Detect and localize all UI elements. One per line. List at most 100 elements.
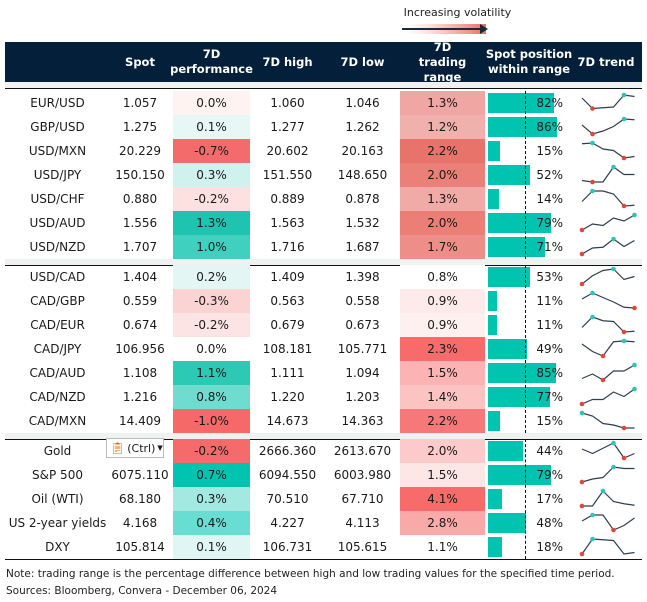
trend-min-marker	[590, 106, 595, 111]
trend-min-marker	[590, 179, 595, 185]
trend-line	[581, 364, 635, 381]
trend-sparkline	[579, 536, 635, 557]
cell-name: USD/CAD	[29, 270, 86, 284]
position-label: 82%	[536, 96, 563, 110]
cell-perf: -0.2%	[173, 187, 250, 211]
cell-perf: -0.2%	[173, 313, 250, 337]
cell-high: 0.563	[270, 294, 305, 308]
header-high: 7D high	[262, 54, 313, 69]
cell-low: 1.532	[345, 216, 380, 230]
trend-sparkline	[581, 140, 635, 161]
cell-high: 1.409	[270, 270, 305, 284]
cell-name: USD/NZD	[29, 240, 86, 254]
trend-sparkline	[579, 464, 635, 485]
trend-sparkline	[579, 488, 635, 509]
cell-perf: 0.3%	[173, 163, 250, 187]
cell-range: 2.3%	[400, 337, 485, 361]
cell-perf: 1.0%	[173, 235, 250, 259]
trend-line	[581, 214, 635, 231]
trend-sparkline	[579, 386, 637, 407]
trend-line	[581, 238, 635, 255]
cell-perf: 0.8%	[173, 385, 250, 409]
cell-spot: 14.409	[119, 414, 161, 428]
table-row: EUR/USD 1.057 0.0% 1.060 1.046 1.3% 82%	[5, 91, 642, 115]
cell-high: 108.181	[262, 342, 313, 356]
cell-spot: 150.150	[115, 168, 165, 182]
cell-range: 0.9%	[400, 289, 485, 313]
cell-low: 20.163	[341, 144, 384, 158]
cell-low: 105.615	[337, 540, 388, 554]
trend-max-marker	[632, 386, 637, 392]
position-label: 17%	[536, 492, 563, 506]
trend-line	[581, 388, 635, 405]
trend-min-marker	[579, 401, 585, 407]
trend-line	[582, 490, 635, 507]
position-label: 15%	[536, 144, 563, 158]
cell-low: 2613.670	[333, 444, 392, 458]
cell-high: 1.220	[270, 390, 305, 404]
range-midpoint-line	[525, 91, 526, 259]
cell-name: CAD/AUD	[29, 366, 86, 380]
trend-sparkline	[579, 236, 635, 257]
cell-low: 1.094	[345, 366, 380, 380]
trend-min-marker	[579, 479, 585, 485]
table-row: USD/AUD 1.556 1.3% 1.563 1.532 2.0% 79%	[5, 211, 642, 235]
trend-min-marker	[621, 155, 627, 161]
cell-spot: 1.108	[122, 366, 158, 380]
trend-min-marker	[621, 455, 627, 461]
table-header: Spot 7D performance 7D high 7D low 7D tr…	[5, 40, 642, 84]
cell-range: 1.2%	[400, 115, 485, 139]
cell-low: 4.113	[345, 516, 380, 530]
position-label: 53%	[536, 270, 563, 284]
table-row: US 2-year yields 4.168 0.4% 4.227 4.113 2.8% 4…	[5, 511, 642, 535]
table-row: USD/MXN 20.229 -0.7% 20.602 20.163 2.2% 15%	[5, 139, 642, 163]
cell-perf: 0.1%	[173, 535, 250, 559]
trend-line	[581, 166, 635, 183]
cell-name: CAD/JPY	[33, 342, 82, 356]
trend-sparkline	[581, 314, 635, 335]
trend-max-marker	[590, 512, 595, 518]
range-midpoint-line	[525, 265, 526, 433]
cell-perf: -0.3%	[173, 289, 250, 313]
cell-perf: 0.7%	[173, 463, 250, 487]
cell-high: 1.563	[270, 216, 305, 230]
cell-name: CAD/MXN	[28, 414, 87, 428]
cell-spot: 68.180	[119, 492, 161, 506]
cell-high: 0.889	[270, 192, 305, 206]
table-row: USD/CHF 0.880 -0.2% 0.889 0.878 1.3% 14%	[5, 187, 642, 211]
cell-perf: -0.7%	[173, 139, 250, 163]
trend-min-marker	[621, 329, 627, 335]
cell-name: DXY	[45, 540, 70, 554]
paste-options-button[interactable]: 📋︎ (Ctrl) ▼	[106, 438, 164, 458]
cell-high: 70.510	[266, 492, 309, 506]
cell-name: USD/JPY	[33, 168, 82, 182]
table-row: Gold -0.2% 2666.360 2613.670 2.0% 44%	[5, 439, 642, 463]
trend-max-marker	[611, 266, 616, 272]
position-label: 77%	[536, 390, 563, 404]
header-perf: 7D performance	[170, 47, 253, 76]
trend-max-marker	[590, 188, 595, 194]
cell-high: 1.716	[270, 240, 305, 254]
paste-options-label: (Ctrl)	[127, 441, 156, 455]
trend-sparkline	[581, 362, 637, 383]
table-row: USD/JPY 150.150 0.3% 151.550 148.650 2.0% 52%	[5, 163, 642, 187]
table-row: CAD/GBP 0.559 -0.3% 0.563 0.558 0.9% 11%	[5, 289, 642, 313]
position-label: 79%	[536, 216, 563, 230]
cell-name: S&P 500	[32, 468, 83, 482]
trend-max-marker	[632, 212, 637, 218]
cell-spot: 1.556	[122, 216, 158, 230]
cell-name: CAD/NZD	[29, 390, 86, 404]
table-row: USD/NZD 1.707 1.0% 1.716 1.687 1.7% 71%	[5, 235, 642, 259]
cell-range: 1.3%	[400, 187, 485, 211]
header-low: 7D low	[340, 54, 385, 69]
arrow-right-icon	[402, 25, 488, 33]
cell-perf: 0.3%	[173, 487, 250, 511]
clipboard-icon: 📋︎	[110, 441, 126, 455]
header-spot: Spot	[125, 54, 155, 69]
cell-spot: 106.956	[115, 342, 165, 356]
trend-sparkline	[581, 116, 635, 137]
cell-name: GBP/USD	[30, 120, 85, 134]
trend-max-marker	[590, 536, 595, 542]
trend-sparkline	[579, 212, 637, 233]
cell-name: Gold	[43, 444, 72, 458]
